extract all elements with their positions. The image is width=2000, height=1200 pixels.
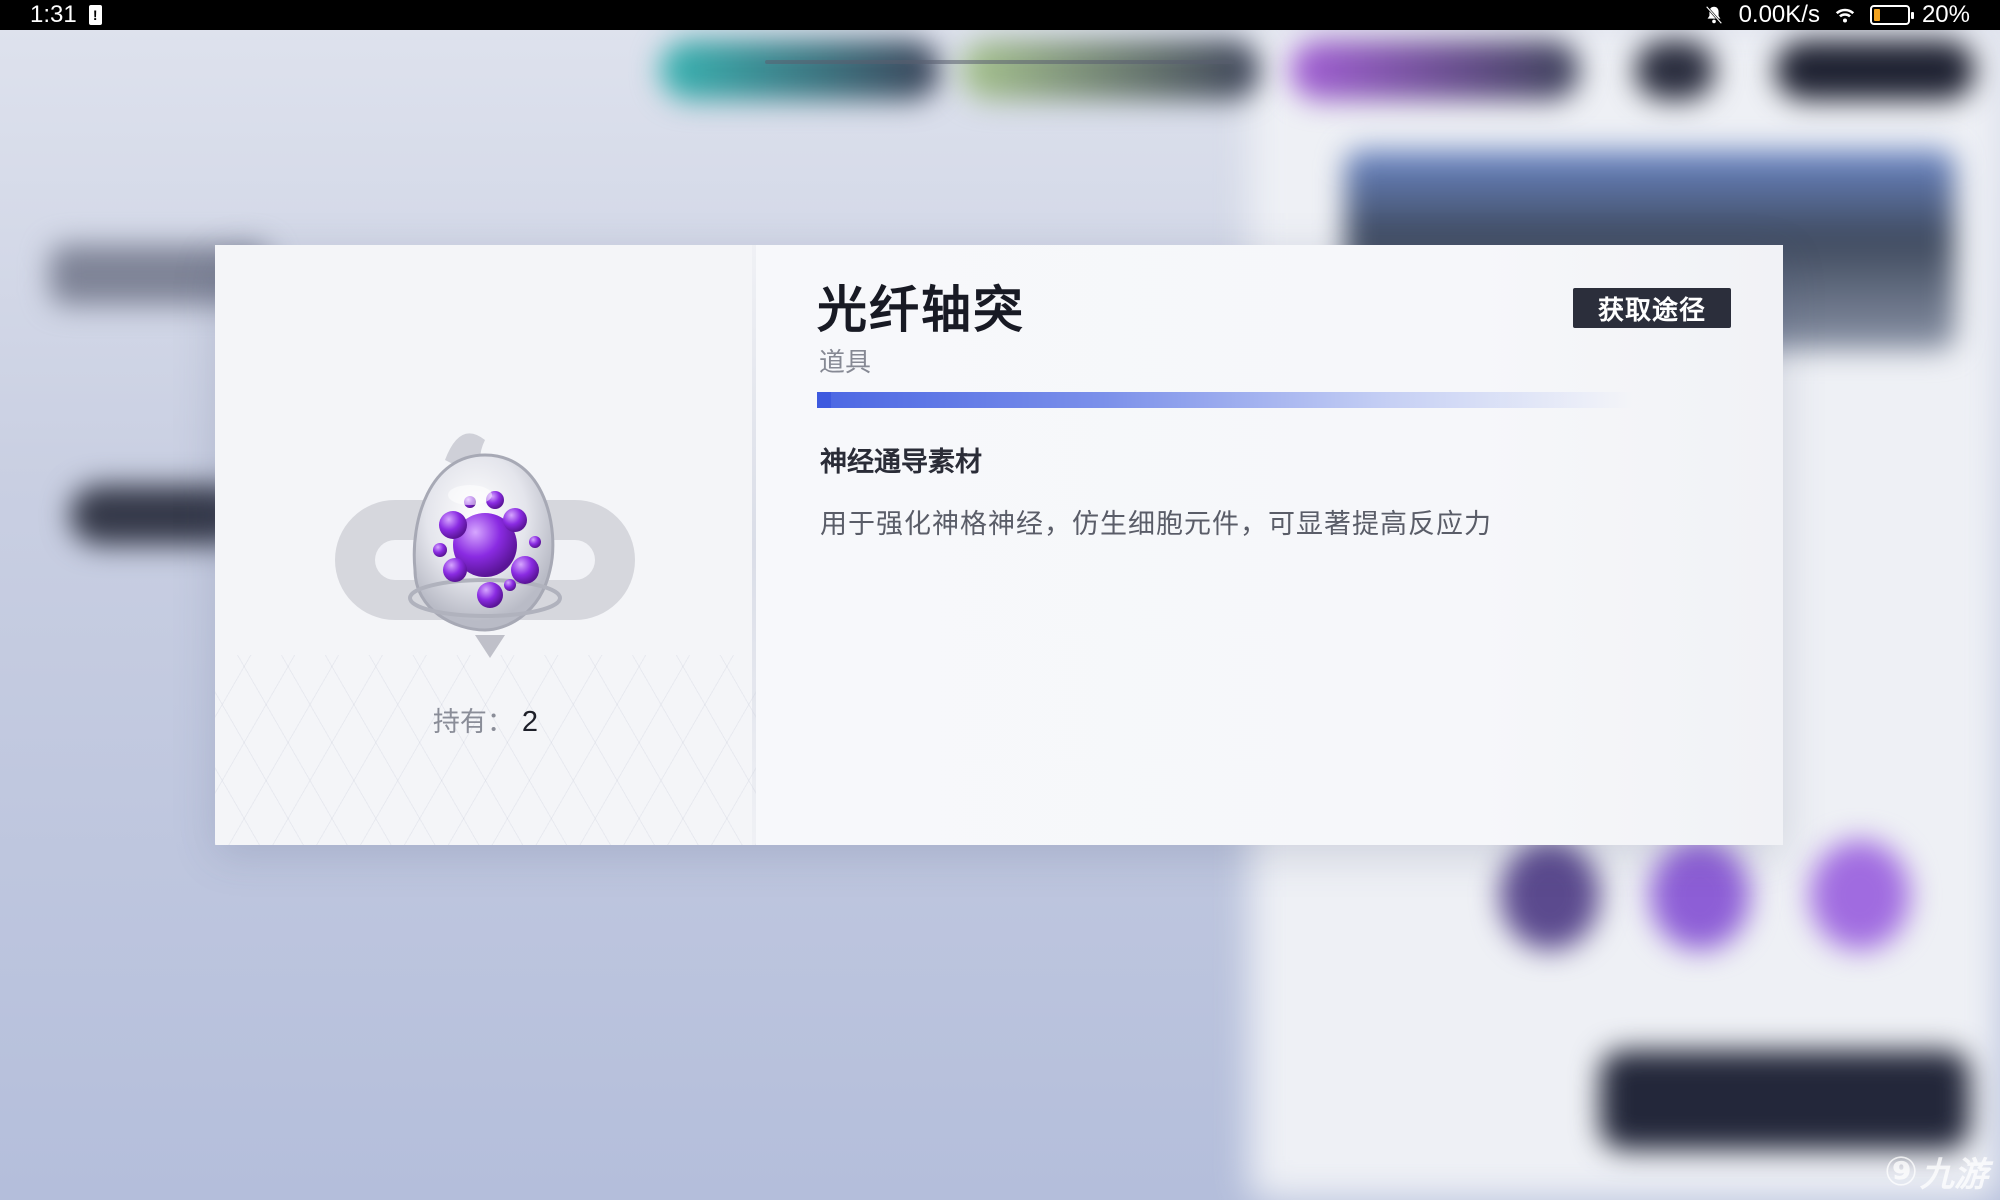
mute-bell-icon — [1705, 5, 1722, 25]
status-bar: 1:31 ! 0.00K/s 20% — [0, 0, 2000, 30]
background-currency-chip — [1290, 40, 1580, 100]
9-icon: ⑨ — [1884, 1148, 1918, 1195]
hold-count-row: 持有： 2 — [215, 700, 756, 739]
acquire-source-button[interactable]: 获取途径 — [1573, 288, 1731, 328]
background-item — [1650, 840, 1750, 950]
rarity-bar-cap — [817, 392, 831, 408]
item-preview-panel: 持有： 2 — [215, 245, 756, 845]
watermark: ⑨ 九游 — [1884, 1147, 1988, 1196]
background-currency-chip — [960, 40, 1260, 100]
background-item — [1500, 840, 1600, 950]
item-category: 神经通导素材 — [820, 447, 982, 478]
network-speed: 0.00K/s — [1738, 1, 1820, 28]
battery-icon — [1869, 5, 1914, 25]
status-right: 0.00K/s 20% — [1701, 1, 1970, 29]
item-name: 光纤轴突 — [817, 281, 1025, 339]
watermark-text: 九游 — [1920, 1155, 1988, 1195]
status-left: 1:31 ! — [30, 1, 102, 29]
hold-label: 持有： — [432, 707, 514, 738]
background-currency-chip — [660, 40, 940, 100]
battery-level: 20% — [1921, 1, 1970, 28]
alert-icon: ! — [88, 5, 102, 25]
hold-count: 2 — [521, 706, 539, 738]
background-top-button — [1635, 40, 1715, 100]
item-description: 用于强化神格神经，仿生细胞元件，可显著提高反应力 — [820, 509, 1492, 540]
background-top-button — [1775, 40, 1975, 100]
background-item — [1810, 840, 1910, 950]
item-type: 道具 — [819, 348, 872, 378]
status-time: 1:31 — [30, 1, 77, 28]
background-action-button — [1600, 1050, 1970, 1150]
background-pattern — [215, 655, 756, 845]
purple-orb-icon — [335, 433, 635, 658]
rarity-bar — [817, 392, 1632, 408]
wifi-icon — [1835, 8, 1855, 23]
background-scroll-indicator — [765, 60, 1235, 64]
